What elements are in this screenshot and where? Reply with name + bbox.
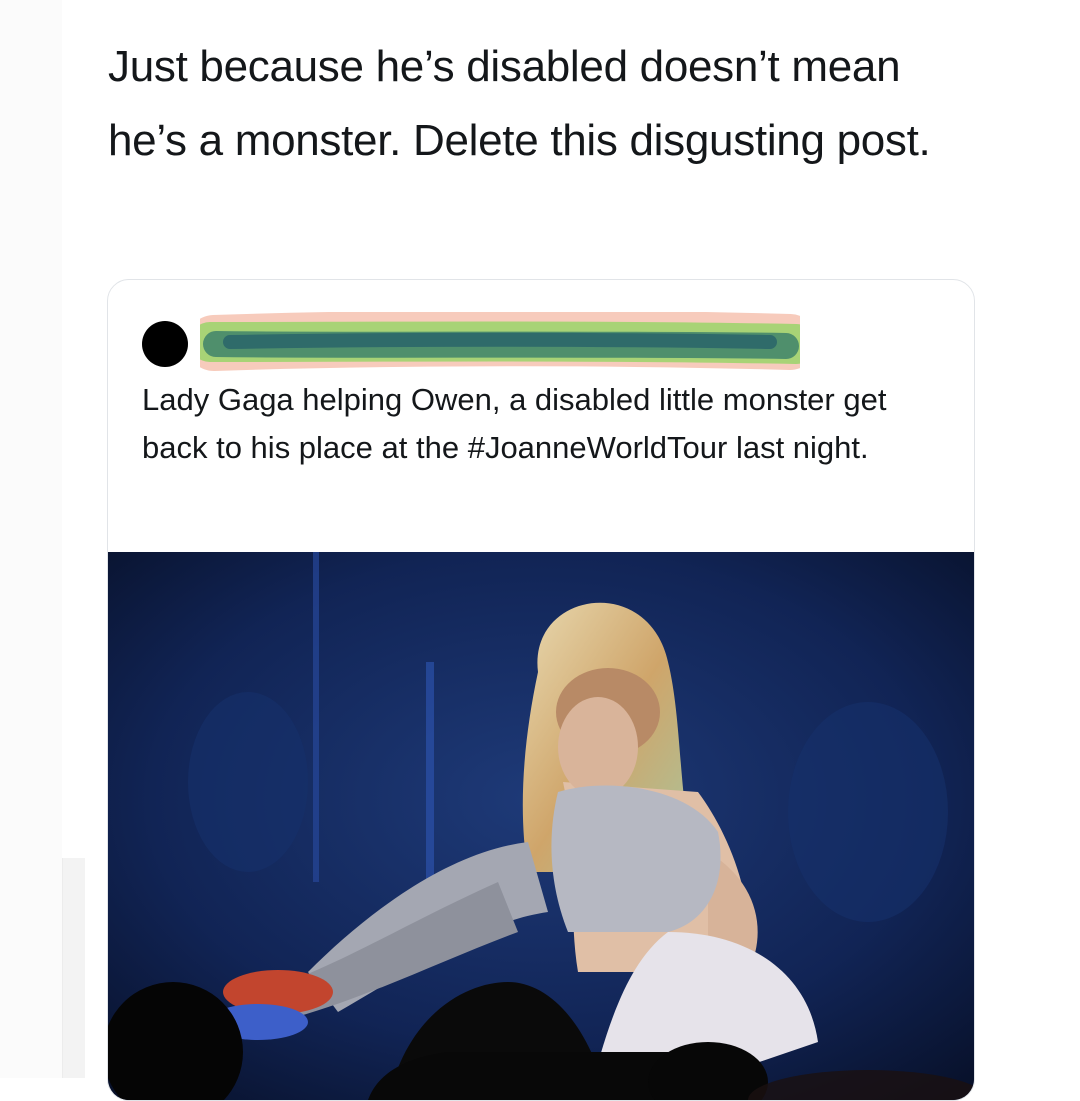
- quoted-tweet-photo[interactable]: [108, 552, 974, 1100]
- concert-photo-icon: [108, 552, 974, 1100]
- author-avatar[interactable]: [142, 321, 188, 367]
- quoted-tweet-header[interactable]: [142, 310, 800, 371]
- quoted-tweet-text: Lady Gaga helping Owen, a disabled littl…: [142, 382, 887, 465]
- quoted-tweet-card[interactable]: Lady Gaga helping Owen, a disabled littl…: [107, 279, 975, 1101]
- tweet-text: Just because he’s disabled doesn’t mean …: [108, 42, 931, 165]
- page-edge: [0, 0, 62, 1078]
- page-edge-tab: [62, 858, 85, 1078]
- redacted-author-name: [200, 312, 800, 371]
